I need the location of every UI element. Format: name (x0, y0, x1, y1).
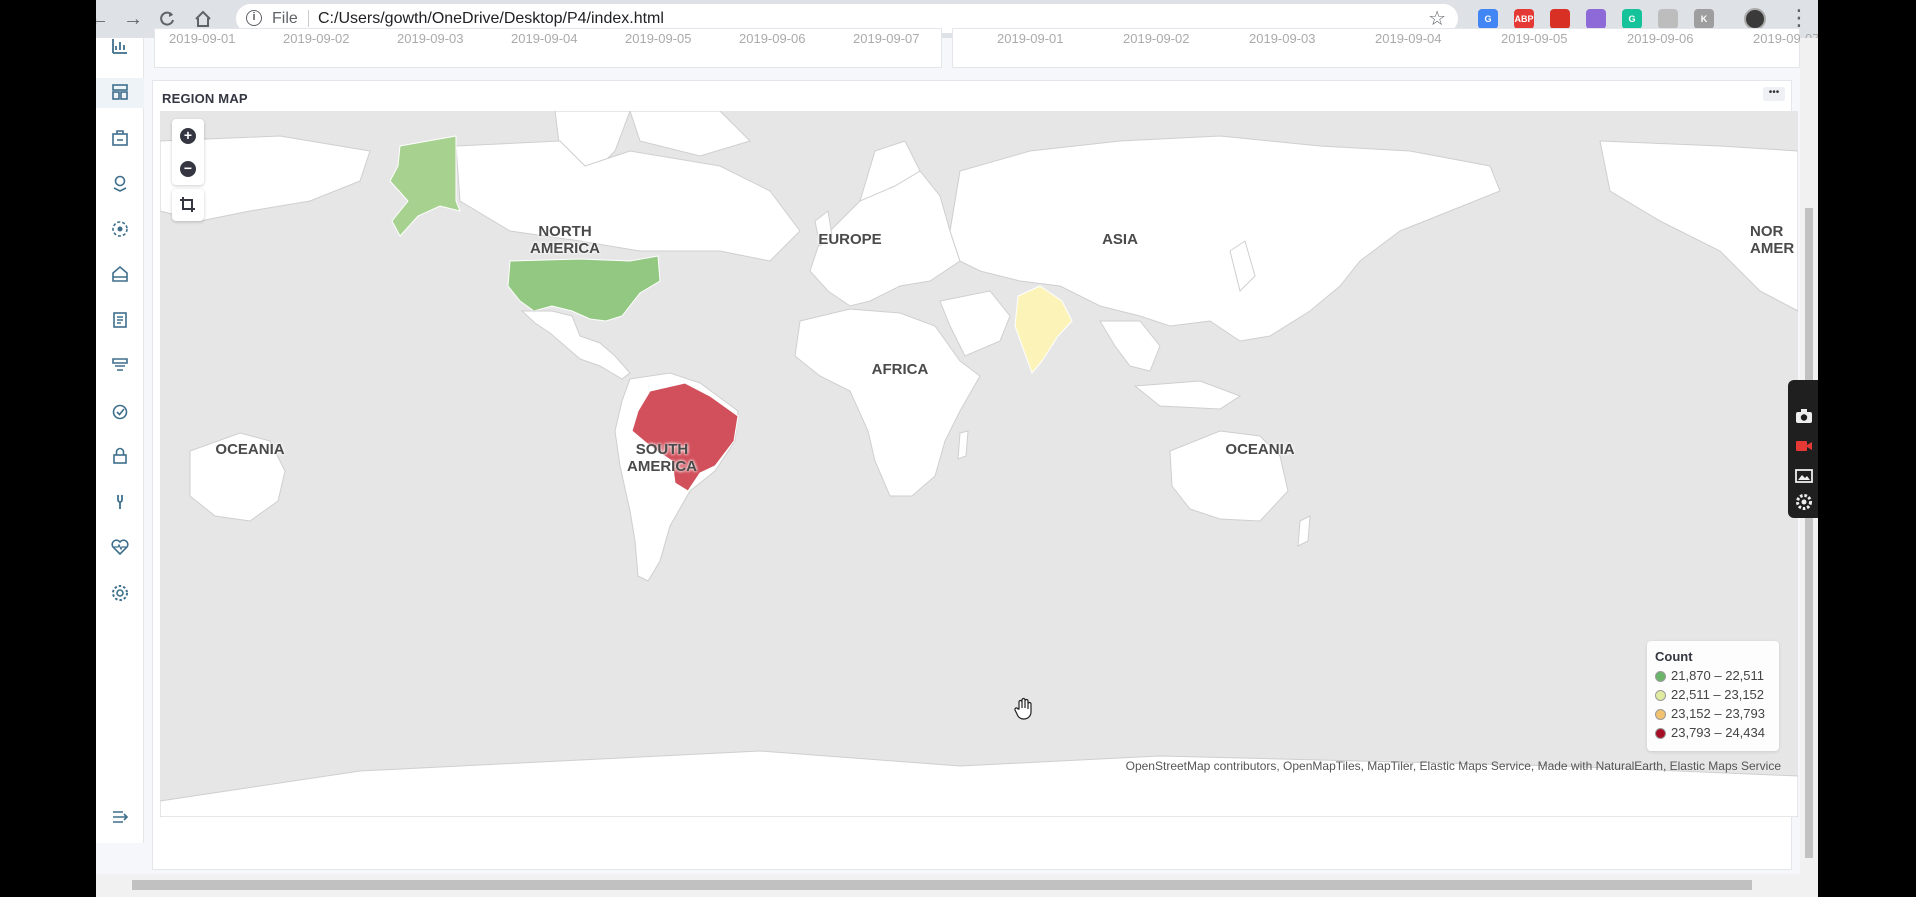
protocol-label: File (272, 10, 298, 27)
globe-extension[interactable] (1586, 9, 1606, 29)
circle-extension[interactable] (1658, 9, 1678, 29)
date-tick-label: 2019-09-06 (1627, 31, 1694, 46)
legend-swatch-1 (1655, 690, 1666, 701)
line-chart-card-left: 2019-09-01 2019-09-02 2019-09-03 2019-09-04… (154, 28, 942, 68)
sidebar-item-settings-icon[interactable] (96, 579, 144, 609)
dashboard-page: 2019-09-01 2019-09-02 2019-09-03 2019-09-04… (96, 28, 1818, 874)
land-africa (794, 308, 981, 497)
sidebar-item-dashboard-icon[interactable] (96, 78, 144, 108)
region-india (1014, 285, 1073, 374)
sidebar-item-ml-icon[interactable] (96, 215, 144, 245)
sidebar (96, 38, 144, 843)
sidebar-item-maps-icon[interactable] (96, 169, 144, 199)
sidebar-item-dev-tools-icon[interactable] (96, 488, 144, 518)
camera-icon[interactable] (1794, 406, 1814, 426)
divider (308, 10, 309, 27)
label-oceania-left: OCEANIA (215, 441, 285, 458)
shield-extension[interactable] (1550, 9, 1570, 29)
vertical-scrollbar-thumb[interactable] (1805, 208, 1813, 858)
date-tick-label: 2019-09-03 (397, 31, 464, 46)
collapse-sidebar-icon[interactable] (96, 803, 144, 833)
map-canvas[interactable]: + − NORTH AMERICA NOR AMER EUROPE ASIA A… (160, 111, 1798, 817)
land-madagascar (957, 430, 969, 460)
land-arabia (939, 290, 1011, 357)
date-tick-label: 2019-09-01 (997, 31, 1064, 46)
sidebar-item-visualize-icon[interactable] (96, 32, 144, 62)
gallery-icon[interactable] (1794, 466, 1814, 486)
date-tick-label: 2019-09-02 (283, 31, 350, 46)
recorder-toolbar (1788, 380, 1818, 518)
recorder-settings-icon[interactable] (1794, 492, 1814, 512)
land-indonesia (1133, 380, 1242, 410)
land-mexico (520, 310, 631, 380)
k-extension[interactable]: K (1694, 9, 1714, 29)
label-oceania-right: OCEANIA (1225, 441, 1295, 458)
sidebar-item-siem-icon[interactable] (96, 442, 144, 472)
land-canada-islands (629, 111, 751, 157)
sidebar-item-uptime-icon[interactable] (96, 397, 144, 427)
land-new-zealand-right (1297, 515, 1311, 547)
panel-options-button[interactable]: ••• (1763, 87, 1785, 101)
map-legend: Count 21,870 – 22,511 22,511 – 23,152 23… (1647, 641, 1779, 751)
legend-swatch-0 (1655, 671, 1666, 682)
legend-label: 23,152 – 23,793 (1671, 706, 1765, 721)
date-tick-label: 2019-09-03 (1249, 31, 1316, 46)
legend-item: 23,793 – 24,434 (1655, 725, 1771, 744)
map-attribution[interactable]: OpenStreetMap contributors, OpenMapTiles… (1126, 759, 1781, 773)
browser-window: ← → i File C:/Users/gowth/OneDrive/Deskt… (96, 0, 1818, 897)
sidebar-item-apm-icon[interactable] (96, 351, 144, 381)
back-icon[interactable]: ← (96, 4, 114, 34)
date-tick-label: 2019-09-01 (169, 31, 236, 46)
legend-label: 23,793 – 24,434 (1671, 725, 1765, 740)
legend-title: Count (1655, 649, 1693, 664)
legend-swatch-2 (1655, 709, 1666, 720)
video-record-icon[interactable] (1794, 436, 1814, 456)
region-map-panel: REGION MAP ••• + − NORTH AMERICA NOR AME… (152, 80, 1798, 870)
zoom-in-button[interactable]: + (180, 128, 196, 144)
panel-title: REGION MAP (162, 91, 248, 106)
crop-icon (180, 197, 195, 212)
horizontal-scrollbar-thumb[interactable] (132, 880, 1752, 890)
legend-swatch-3 (1655, 728, 1666, 739)
legend-item: 22,511 – 23,152 (1655, 687, 1771, 706)
sidebar-item-infrastructure-icon[interactable] (96, 260, 144, 290)
forward-icon[interactable]: → (118, 4, 148, 34)
url-text[interactable]: C:/Users/gowth/OneDrive/Desktop/P4/index… (318, 10, 664, 28)
sidebar-item-monitoring-icon[interactable] (96, 533, 144, 563)
date-tick-label: 2019-09-06 (739, 31, 806, 46)
horizontal-scrollbar[interactable] (96, 874, 1818, 897)
sidebar-item-logs-icon[interactable] (96, 306, 144, 336)
land-southeast-asia (1099, 320, 1161, 372)
legend-item: 23,152 – 23,793 (1655, 706, 1771, 725)
label-north-america: NORTH AMERICA (530, 223, 600, 257)
label-europe: EUROPE (818, 231, 882, 248)
avatar[interactable] (1744, 8, 1766, 30)
date-tick-label: 2019-09-07 (853, 31, 920, 46)
label-asia: ASIA (1102, 231, 1138, 248)
date-tick-label: 2019-09-05 (625, 31, 692, 46)
adblock-extension[interactable]: ABP (1514, 9, 1534, 29)
zoom-controls: + − (172, 119, 204, 185)
world-map (160, 111, 1798, 817)
grammarly-extension[interactable]: G (1622, 9, 1642, 29)
date-tick-label: 2019-09-02 (1123, 31, 1190, 46)
date-tick-label: 2019-09-04 (1375, 31, 1442, 46)
date-tick-label: 2019-09-05 (1501, 31, 1568, 46)
label-south-america: SOUTH AMERICA (627, 441, 697, 475)
sidebar-item-canvas-icon[interactable] (96, 124, 144, 154)
zoom-out-button[interactable]: − (180, 161, 196, 177)
line-chart-card-right: 2019-09-01 2019-09-02 2019-09-03 2019-09-04… (952, 28, 1818, 68)
hand-cursor-icon (1014, 697, 1032, 720)
legend-label: 22,511 – 23,152 (1671, 687, 1765, 702)
date-tick-label: 2019-09-04 (511, 31, 578, 46)
region-alaska (389, 135, 461, 237)
legend-label: 21,870 – 22,511 (1671, 668, 1765, 683)
legend-item: 21,870 – 22,511 (1655, 668, 1771, 687)
translate-extension[interactable]: G (1478, 9, 1498, 29)
label-north-america-wrap: NOR AMER (1750, 223, 1795, 257)
info-icon[interactable]: i (246, 10, 262, 26)
label-africa: AFRICA (871, 361, 929, 378)
fit-bounds-button[interactable] (172, 189, 204, 221)
